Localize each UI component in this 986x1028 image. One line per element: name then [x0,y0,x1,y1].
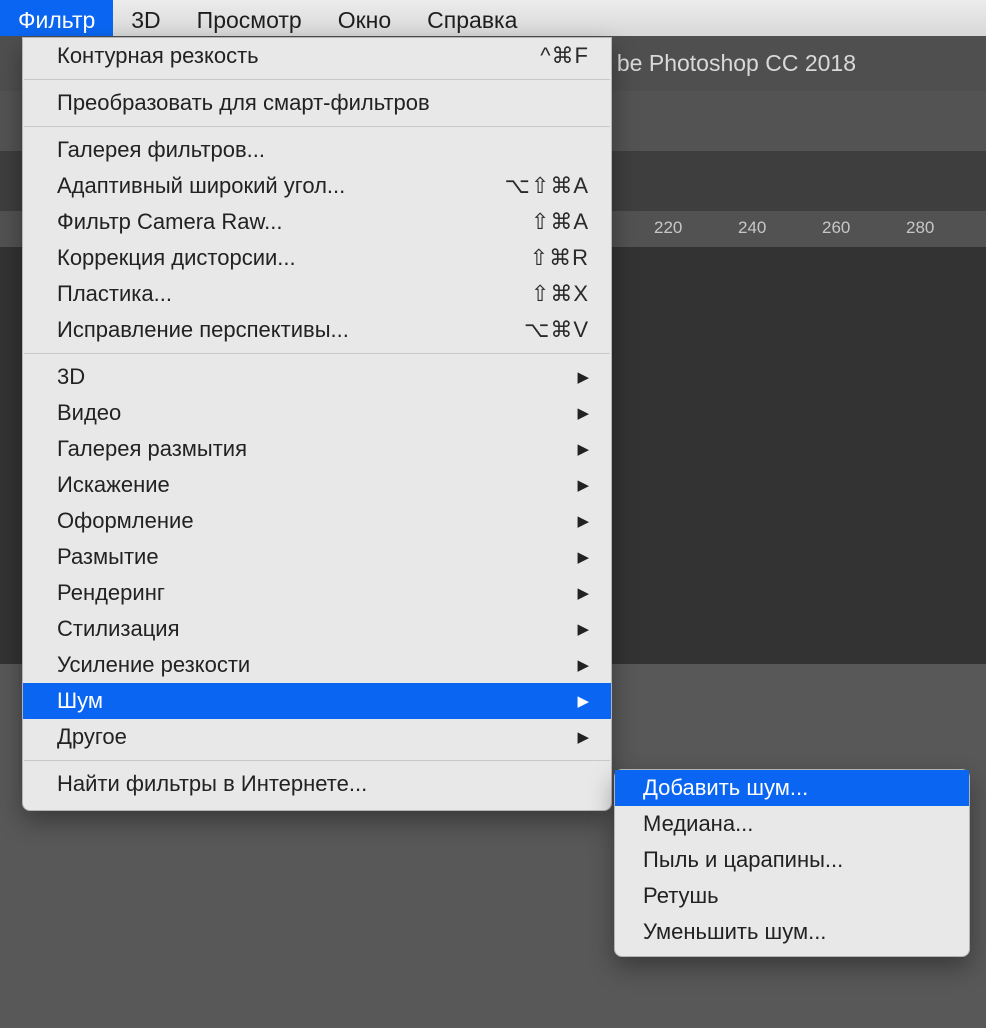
menuitem-label: 3D [57,364,85,390]
menu-window[interactable]: Окно [320,0,409,36]
ruler-tick: 260 [822,218,850,238]
menuitem-shortcut: ⇧⌘A [531,209,589,235]
submenu-arrow-icon: ▶ [577,584,589,602]
menuitem-label: Адаптивный широкий угол... [57,173,345,199]
menuitem-blur[interactable]: Размытие ▶ [23,539,611,575]
submenu-arrow-icon: ▶ [577,476,589,494]
menuitem-label: Рендеринг [57,580,165,606]
menuitem-label: Коррекция дисторсии... [57,245,296,271]
menuitem-label: Размытие [57,544,159,570]
menu-bar: Фильтр 3D Просмотр Окно Справка [0,0,986,36]
menuitem-label: Усиление резкости [57,652,250,678]
noise-submenu: Добавить шум... Медиана... Пыль и царапи… [614,769,970,957]
menuitem-last-filter[interactable]: Контурная резкость ^⌘F [23,38,611,74]
menuitem-lens-correction[interactable]: Коррекция дисторсии... ⇧⌘R [23,240,611,276]
submenu-arrow-icon: ▶ [577,548,589,566]
menuitem-shortcut: ⌥⇧⌘A [505,173,589,199]
menuitem-blur-gallery[interactable]: Галерея размытия ▶ [23,431,611,467]
menu-3d[interactable]: 3D [113,0,178,36]
menuitem-label: Фильтр Camera Raw... [57,209,283,235]
menu-separator [24,79,610,80]
menuitem-label: Найти фильтры в Интернете... [57,771,367,797]
menu-separator [24,760,610,761]
menuitem-add-noise[interactable]: Добавить шум... [615,770,969,806]
menuitem-shortcut: ⇧⌘X [531,281,589,307]
menu-separator [24,126,610,127]
menu-filter[interactable]: Фильтр [0,0,113,36]
menuitem-stylize[interactable]: Стилизация ▶ [23,611,611,647]
menuitem-other[interactable]: Другое ▶ [23,719,611,755]
menuitem-label: Оформление [57,508,194,534]
menuitem-noise[interactable]: Шум ▶ [23,683,611,719]
menuitem-3d[interactable]: 3D ▶ [23,359,611,395]
menuitem-label: Стилизация [57,616,180,642]
submenu-arrow-icon: ▶ [577,656,589,674]
submenu-arrow-icon: ▶ [577,404,589,422]
submenu-arrow-icon: ▶ [577,692,589,710]
submenu-arrow-icon: ▶ [577,728,589,746]
menuitem-convert-smart-filters[interactable]: Преобразовать для смарт-фильтров [23,85,611,121]
menuitem-label: Галерея размытия [57,436,247,462]
ruler-tick: 220 [654,218,682,238]
menuitem-shortcut: ⇧⌘R [530,245,589,271]
menuitem-distort[interactable]: Искажение ▶ [23,467,611,503]
menuitem-label: Искажение [57,472,170,498]
ruler-tick: 280 [906,218,934,238]
menuitem-render[interactable]: Рендеринг ▶ [23,575,611,611]
menu-view[interactable]: Просмотр [179,0,320,36]
menuitem-vanishing-point[interactable]: Исправление перспективы... ⌥⌘V [23,312,611,348]
menuitem-liquify[interactable]: Пластика... ⇧⌘X [23,276,611,312]
menu-separator [24,353,610,354]
menuitem-pixelate[interactable]: Оформление ▶ [23,503,611,539]
menuitem-label: Добавить шум... [643,775,808,801]
menuitem-browse-filters-online[interactable]: Найти фильтры в Интернете... [23,766,611,802]
submenu-arrow-icon: ▶ [577,620,589,638]
submenu-arrow-icon: ▶ [577,512,589,530]
menuitem-despeckle[interactable]: Ретушь [615,878,969,914]
app-title: be Photoshop CC 2018 [617,50,856,77]
menuitem-label: Преобразовать для смарт-фильтров [57,90,430,116]
menuitem-label: Ретушь [643,883,719,909]
menuitem-video[interactable]: Видео ▶ [23,395,611,431]
menuitem-filter-gallery[interactable]: Галерея фильтров... [23,132,611,168]
menuitem-label: Пластика... [57,281,172,307]
menuitem-label: Уменьшить шум... [643,919,826,945]
menuitem-label: Пыль и царапины... [643,847,843,873]
ruler-tick: 240 [738,218,766,238]
menuitem-label: Медиана... [643,811,753,837]
menuitem-label: Галерея фильтров... [57,137,265,163]
menuitem-shortcut: ⌥⌘V [524,317,589,343]
menuitem-reduce-noise[interactable]: Уменьшить шум... [615,914,969,950]
menuitem-label: Другое [57,724,127,750]
menuitem-camera-raw-filter[interactable]: Фильтр Camera Raw... ⇧⌘A [23,204,611,240]
filter-dropdown: Контурная резкость ^⌘F Преобразовать для… [22,37,612,811]
menuitem-adaptive-wide-angle[interactable]: Адаптивный широкий угол... ⌥⇧⌘A [23,168,611,204]
menuitem-label: Контурная резкость [57,43,259,69]
submenu-arrow-icon: ▶ [577,368,589,386]
menuitem-dust-scratches[interactable]: Пыль и царапины... [615,842,969,878]
menuitem-label: Шум [57,688,103,714]
menuitem-sharpen[interactable]: Усиление резкости ▶ [23,647,611,683]
menuitem-label: Исправление перспективы... [57,317,349,343]
menuitem-shortcut: ^⌘F [540,43,589,69]
menu-help[interactable]: Справка [409,0,535,36]
submenu-arrow-icon: ▶ [577,440,589,458]
menuitem-median[interactable]: Медиана... [615,806,969,842]
menuitem-label: Видео [57,400,121,426]
